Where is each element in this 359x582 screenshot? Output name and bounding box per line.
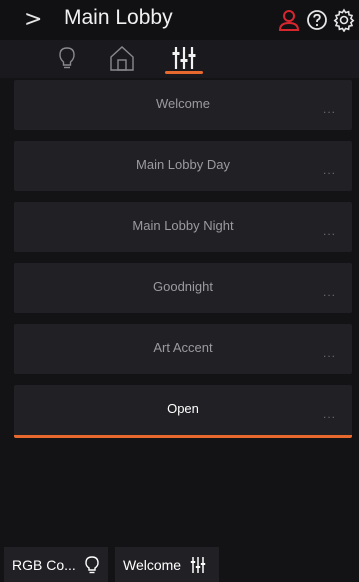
current-scene-label: Welcome [123,556,182,573]
scene-item-open[interactable]: Open ... [14,385,352,438]
bulb-icon [85,555,99,573]
more-options-icon[interactable]: ... [323,346,336,360]
help-icon[interactable] [305,8,329,32]
status-footer: RGB Co... Welcome [0,547,359,582]
more-options-icon[interactable]: ... [323,285,336,299]
scene-label: Open [167,401,199,416]
gear-icon[interactable] [332,8,356,32]
scene-label: Main Lobby Night [132,218,234,233]
app-header: > Main Lobby [0,0,359,40]
scene-list: Welcome ... Main Lobby Day ... Main Lobb… [14,80,352,449]
scene-item-art-accent[interactable]: Art Accent ... [14,324,352,374]
tab-scenes-sliders-icon[interactable] [170,44,198,72]
more-options-icon[interactable]: ... [323,224,336,238]
sliders-icon [190,556,206,573]
scene-item-goodnight[interactable]: Goodnight ... [14,263,352,313]
page-title: Main Lobby [64,6,173,29]
current-scene-chip[interactable]: Welcome [115,547,219,582]
active-tab-indicator [165,71,203,74]
scene-label: Art Accent [153,340,213,355]
more-options-icon[interactable]: ... [323,407,336,421]
scene-label: Welcome [156,96,210,111]
scene-item-welcome[interactable]: Welcome ... [14,80,352,130]
scene-item-main-lobby-day[interactable]: Main Lobby Day ... [14,141,352,191]
scene-item-main-lobby-night[interactable]: Main Lobby Night ... [14,202,352,252]
more-options-icon[interactable]: ... [323,102,336,116]
rgb-control-chip[interactable]: RGB Co... [4,547,108,582]
rgb-control-label: RGB Co... [12,556,76,573]
scene-label: Main Lobby Day [136,157,230,172]
expand-chevron-icon[interactable]: > [24,7,42,32]
tab-rooms-home-icon[interactable] [108,44,136,72]
more-options-icon[interactable]: ... [323,163,336,177]
tab-lights-bulb-icon[interactable] [53,44,81,72]
user-icon[interactable] [277,8,301,32]
scene-label: Goodnight [153,279,213,294]
